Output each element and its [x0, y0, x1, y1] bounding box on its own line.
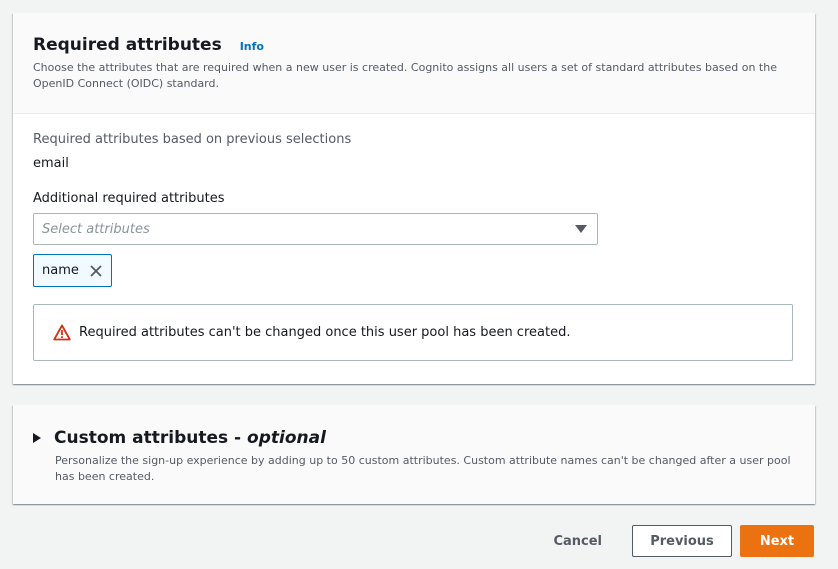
custom-attributes-toggle[interactable]: Custom attributes - optional	[33, 428, 795, 448]
cancel-button[interactable]: Cancel	[553, 534, 602, 549]
caret-right-icon[interactable]	[33, 433, 41, 443]
required-attributes-body: Required attributes based on previous se…	[13, 114, 815, 361]
info-link[interactable]: Info	[240, 40, 264, 53]
caret-down-icon	[575, 225, 587, 233]
warning-alert: Required attributes can't be changed onc…	[33, 304, 793, 361]
required-attributes-title-row: Required attributes Info	[33, 35, 795, 55]
required-attributes-header: Required attributes Info Choose the attr…	[13, 13, 815, 114]
previous-selections-label: Required attributes based on previous se…	[33, 132, 352, 147]
required-attributes-description: Choose the attributes that are required …	[33, 61, 777, 90]
custom-attributes-title: Custom attributes - optional	[54, 428, 326, 448]
attribute-token-name: name	[33, 254, 112, 287]
custom-attributes-optional: optional	[247, 428, 326, 448]
close-icon[interactable]	[89, 264, 103, 278]
token-label: name	[42, 263, 79, 278]
previous-button[interactable]: Previous	[632, 525, 732, 557]
custom-attributes-description: Personalize the sign-up experience by ad…	[55, 454, 791, 483]
warning-alert-text: Required attributes can't be changed onc…	[79, 325, 571, 340]
wizard-footer: Cancel Previous Next	[553, 525, 814, 557]
custom-attributes-title-main: Custom attributes -	[54, 428, 248, 448]
select-attributes-placeholder: Select attributes	[42, 221, 150, 237]
warning-icon	[53, 324, 71, 341]
custom-attributes-panel: Custom attributes - optional Personalize…	[13, 405, 815, 504]
previous-selections-value: email	[33, 156, 69, 171]
required-attributes-panel: Required attributes Info Choose the attr…	[13, 13, 815, 384]
additional-attributes-label: Additional required attributes	[33, 191, 225, 206]
select-attributes-dropdown[interactable]: Select attributes	[33, 213, 598, 245]
required-attributes-title: Required attributes	[33, 35, 222, 55]
next-button[interactable]: Next	[740, 525, 814, 557]
